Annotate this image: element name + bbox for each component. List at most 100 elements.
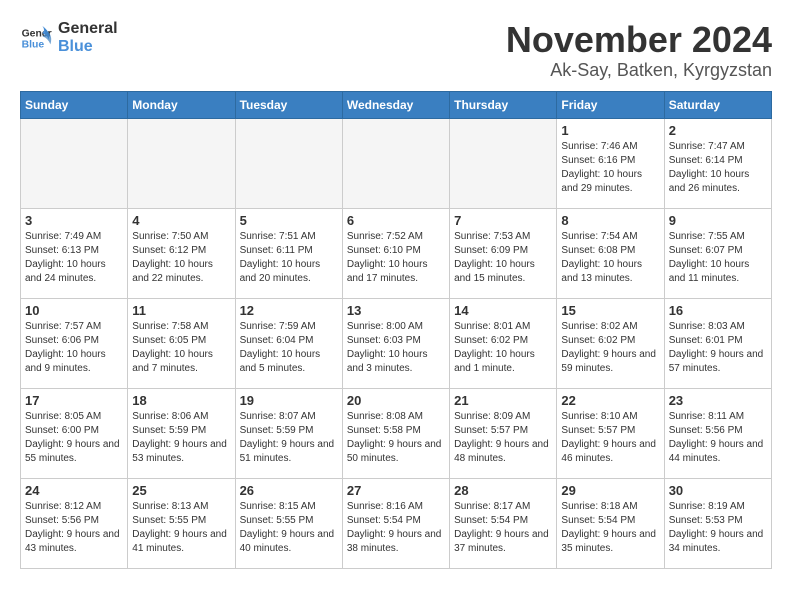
day-info: Sunrise: 7:49 AMSunset: 6:13 PMDaylight:… [25,230,123,286]
calendar-week-3: 10Sunrise: 7:57 AMSunset: 6:06 PMDayligh… [21,298,772,388]
day-info: Sunrise: 8:08 AMSunset: 5:58 PMDaylight:… [347,410,445,466]
day-info: Sunrise: 7:52 AMSunset: 6:10 PMDaylight:… [347,230,445,286]
day-info: Sunrise: 8:09 AMSunset: 5:57 PMDaylight:… [454,410,552,466]
day-info: Sunrise: 8:11 AMSunset: 5:56 PMDaylight:… [669,410,767,466]
day-number: 26 [240,483,338,498]
day-number: 10 [25,303,123,318]
day-info: Sunrise: 7:55 AMSunset: 6:07 PMDaylight:… [669,230,767,286]
calendar-cell: 16 Sunrise: 8:03 AMSunset: 6:01 PMDayligh… [664,298,771,388]
day-info: Sunrise: 8:03 AMSunset: 6:01 PMDaylight:… [669,320,767,376]
calendar-cell: 5 Sunrise: 7:51 AMSunset: 6:11 PMDaylight… [235,208,342,298]
day-number: 3 [25,213,123,228]
day-number: 15 [561,303,659,318]
day-info: Sunrise: 8:18 AMSunset: 5:54 PMDaylight:… [561,500,659,556]
logo: General Blue General Blue [20,20,118,55]
day-info: Sunrise: 8:05 AMSunset: 6:00 PMDaylight:… [25,410,123,466]
day-info: Sunrise: 8:19 AMSunset: 5:53 PMDaylight:… [669,500,767,556]
calendar-cell: 22 Sunrise: 8:10 AMSunset: 5:57 PMDayligh… [557,388,664,478]
day-info: Sunrise: 8:12 AMSunset: 5:56 PMDaylight:… [25,500,123,556]
day-number: 28 [454,483,552,498]
header-monday: Monday [128,91,235,118]
day-info: Sunrise: 8:13 AMSunset: 5:55 PMDaylight:… [132,500,230,556]
calendar-cell: 3 Sunrise: 7:49 AMSunset: 6:13 PMDaylight… [21,208,128,298]
calendar-cell: 4 Sunrise: 7:50 AMSunset: 6:12 PMDaylight… [128,208,235,298]
day-info: Sunrise: 7:53 AMSunset: 6:09 PMDaylight:… [454,230,552,286]
calendar-cell: 28Sunrise: 8:17 AMSunset: 5:54 PMDayligh… [450,478,557,568]
calendar-cell [342,118,449,208]
day-number: 22 [561,393,659,408]
day-info: Sunrise: 7:50 AMSunset: 6:12 PMDaylight:… [132,230,230,286]
calendar-table: Sunday Monday Tuesday Wednesday Thursday… [20,91,772,569]
logo-blue: Blue [58,38,118,56]
calendar-cell: 14Sunrise: 8:01 AMSunset: 6:02 PMDayligh… [450,298,557,388]
calendar-cell: 17 Sunrise: 8:05 AMSunset: 6:00 PMDayligh… [21,388,128,478]
day-number: 13 [347,303,445,318]
day-number: 8 [561,213,659,228]
day-number: 29 [561,483,659,498]
day-info: Sunrise: 7:54 AMSunset: 6:08 PMDaylight:… [561,230,659,286]
header-tuesday: Tuesday [235,91,342,118]
calendar-cell: 11 Sunrise: 7:58 AMSunset: 6:05 PMDayligh… [128,298,235,388]
day-number: 4 [132,213,230,228]
calendar-cell [235,118,342,208]
day-info: Sunrise: 7:46 AMSunset: 6:16 PMDaylight:… [561,140,659,196]
weekday-header-row: Sunday Monday Tuesday Wednesday Thursday… [21,91,772,118]
calendar-cell: 23 Sunrise: 8:11 AMSunset: 5:56 PMDayligh… [664,388,771,478]
day-info: Sunrise: 7:51 AMSunset: 6:11 PMDaylight:… [240,230,338,286]
calendar-cell: 15 Sunrise: 8:02 AMSunset: 6:02 PMDayligh… [557,298,664,388]
calendar-cell [21,118,128,208]
page-header: General Blue General Blue November 2024 … [20,20,772,81]
day-number: 23 [669,393,767,408]
calendar-cell: 30 Sunrise: 8:19 AMSunset: 5:53 PMDayligh… [664,478,771,568]
header-saturday: Saturday [664,91,771,118]
day-info: Sunrise: 7:58 AMSunset: 6:05 PMDaylight:… [132,320,230,376]
logo-general: General [58,20,118,38]
day-info: Sunrise: 8:07 AMSunset: 5:59 PMDaylight:… [240,410,338,466]
calendar-cell: 26 Sunrise: 8:15 AMSunset: 5:55 PMDayligh… [235,478,342,568]
day-number: 21 [454,393,552,408]
day-info: Sunrise: 8:16 AMSunset: 5:54 PMDaylight:… [347,500,445,556]
calendar-week-4: 17 Sunrise: 8:05 AMSunset: 6:00 PMDayligh… [21,388,772,478]
calendar-cell: 21 Sunrise: 8:09 AMSunset: 5:57 PMDayligh… [450,388,557,478]
month-title: November 2024 [506,20,772,60]
calendar-cell: 6 Sunrise: 7:52 AMSunset: 6:10 PMDaylight… [342,208,449,298]
calendar-week-2: 3 Sunrise: 7:49 AMSunset: 6:13 PMDaylight… [21,208,772,298]
day-info: Sunrise: 7:47 AMSunset: 6:14 PMDaylight:… [669,140,767,196]
calendar-cell: 12Sunrise: 7:59 AMSunset: 6:04 PMDayligh… [235,298,342,388]
calendar-cell: 25Sunrise: 8:13 AMSunset: 5:55 PMDayligh… [128,478,235,568]
calendar-week-1: 1 Sunrise: 7:46 AMSunset: 6:16 PMDaylight… [21,118,772,208]
logo-icon: General Blue [20,22,52,54]
day-number: 30 [669,483,767,498]
day-number: 6 [347,213,445,228]
day-number: 2 [669,123,767,138]
svg-text:Blue: Blue [22,39,45,50]
header-sunday: Sunday [21,91,128,118]
title-section: November 2024 Ak-Say, Batken, Kyrgyzstan [506,20,772,81]
day-number: 14 [454,303,552,318]
header-friday: Friday [557,91,664,118]
calendar-cell: 20 Sunrise: 8:08 AMSunset: 5:58 PMDayligh… [342,388,449,478]
header-thursday: Thursday [450,91,557,118]
calendar-cell: 1 Sunrise: 7:46 AMSunset: 6:16 PMDaylight… [557,118,664,208]
day-info: Sunrise: 8:10 AMSunset: 5:57 PMDaylight:… [561,410,659,466]
day-info: Sunrise: 8:15 AMSunset: 5:55 PMDaylight:… [240,500,338,556]
calendar-cell: 2 Sunrise: 7:47 AMSunset: 6:14 PMDaylight… [664,118,771,208]
day-number: 24 [25,483,123,498]
day-info: Sunrise: 8:02 AMSunset: 6:02 PMDaylight:… [561,320,659,376]
calendar-cell: 7Sunrise: 7:53 AMSunset: 6:09 PMDaylight… [450,208,557,298]
calendar-cell: 18Sunrise: 8:06 AMSunset: 5:59 PMDayligh… [128,388,235,478]
calendar-cell: 27 Sunrise: 8:16 AMSunset: 5:54 PMDayligh… [342,478,449,568]
calendar-cell [450,118,557,208]
day-number: 1 [561,123,659,138]
day-number: 17 [25,393,123,408]
day-number: 16 [669,303,767,318]
day-number: 11 [132,303,230,318]
location-title: Ak-Say, Batken, Kyrgyzstan [506,60,772,81]
calendar-cell: 24 Sunrise: 8:12 AMSunset: 5:56 PMDayligh… [21,478,128,568]
calendar-week-5: 24 Sunrise: 8:12 AMSunset: 5:56 PMDayligh… [21,478,772,568]
day-number: 20 [347,393,445,408]
day-number: 19 [240,393,338,408]
day-number: 27 [347,483,445,498]
day-number: 5 [240,213,338,228]
calendar-cell: 8 Sunrise: 7:54 AMSunset: 6:08 PMDaylight… [557,208,664,298]
